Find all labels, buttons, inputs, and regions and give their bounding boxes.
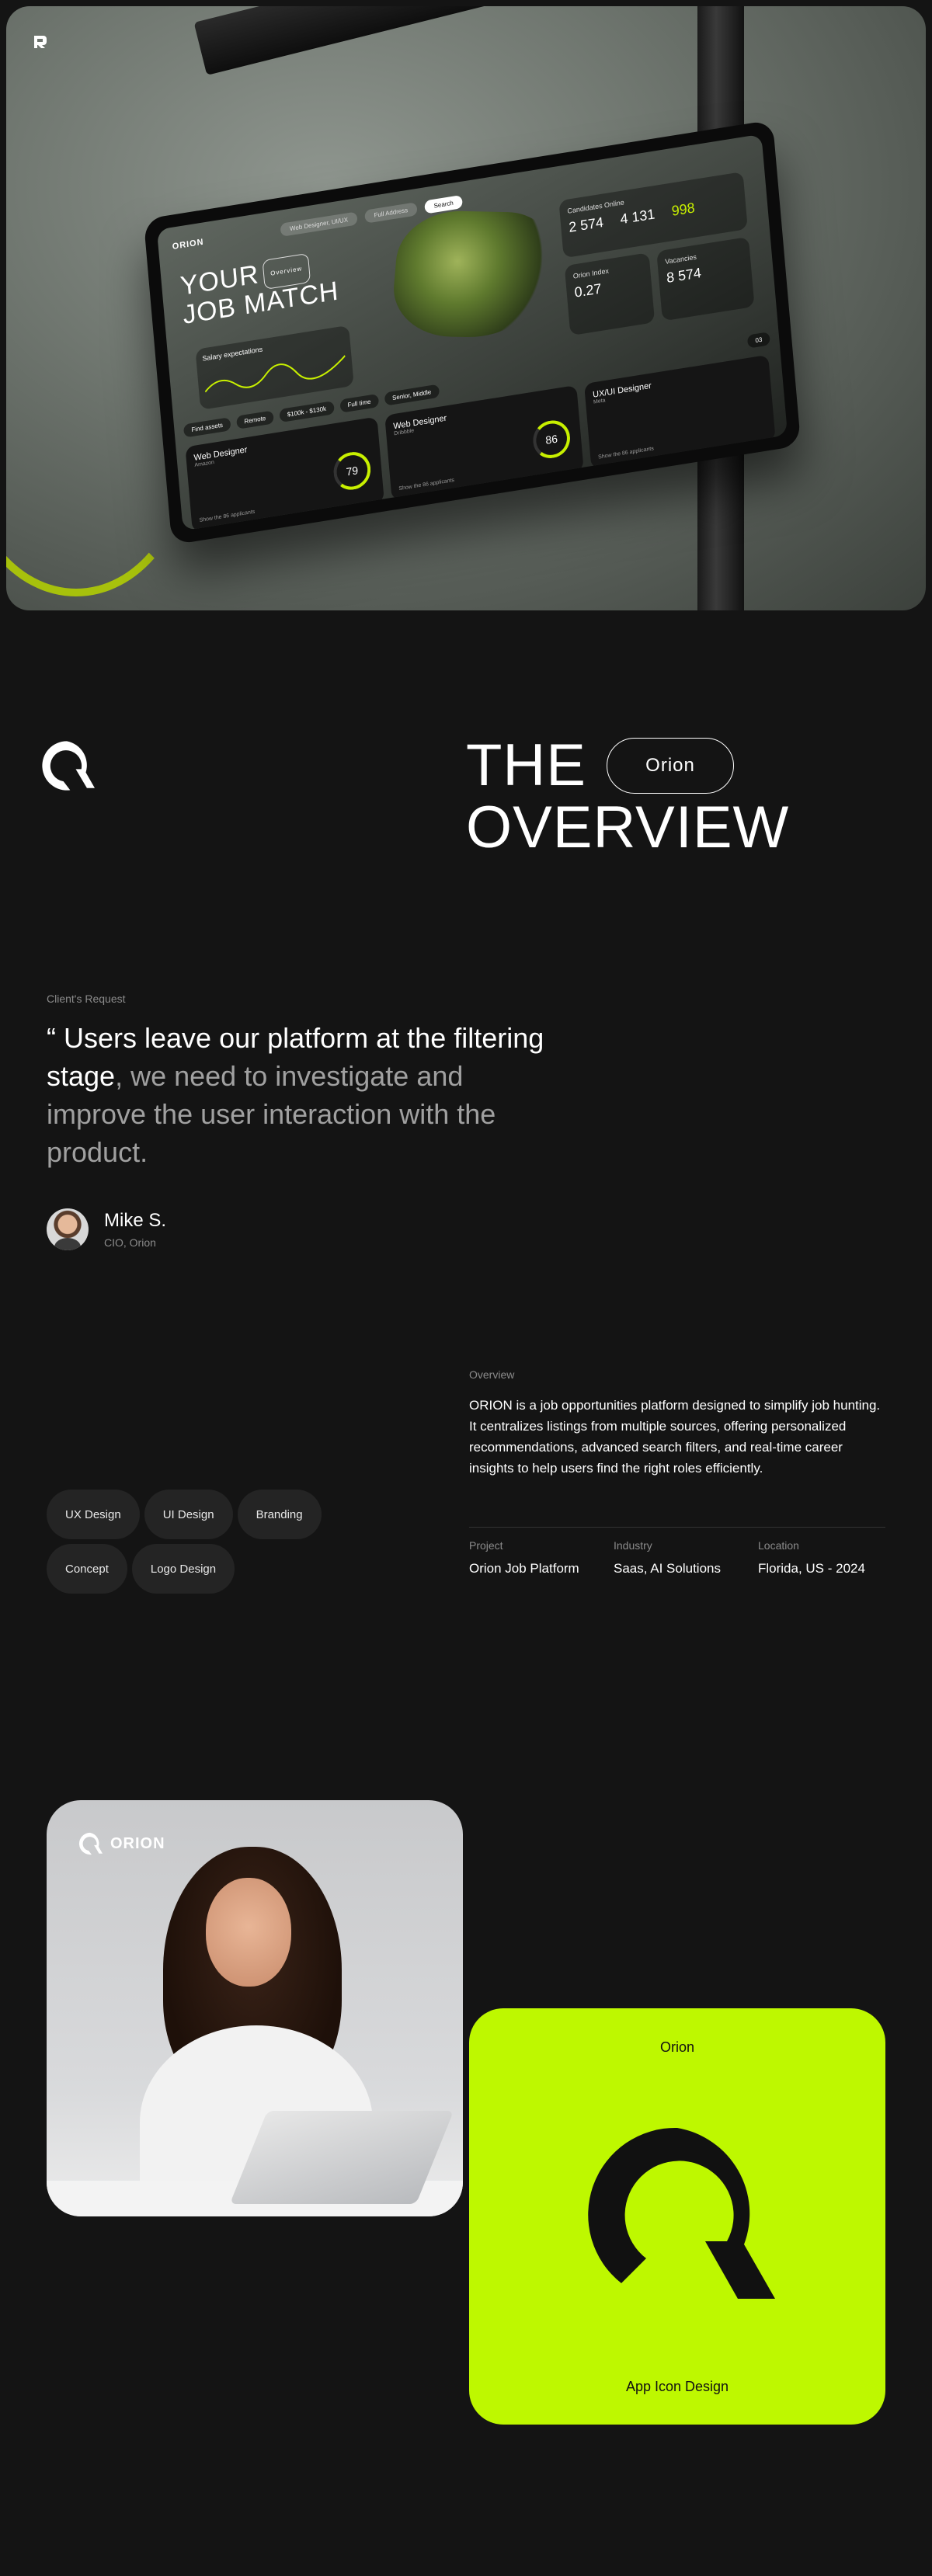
meta-project: Project Orion Job Platform bbox=[469, 1539, 579, 1577]
app-icon-card: Orion App Icon Design bbox=[469, 2008, 885, 2425]
photo-brand-name: ORION bbox=[110, 1834, 165, 1852]
photo-laptop bbox=[229, 2111, 454, 2204]
hero-image: ORION Web Designer, UI/UX Full Address S… bbox=[6, 6, 926, 610]
overview-title-line1: THE bbox=[466, 732, 586, 798]
tablet-screen: ORION Web Designer, UI/UX Full Address S… bbox=[156, 134, 788, 531]
tag-ui-design[interactable]: UI Design bbox=[144, 1490, 233, 1539]
screen-search-role[interactable]: Web Designer, UI/UX bbox=[280, 210, 358, 237]
filter-chip[interactable]: Remote bbox=[235, 409, 274, 429]
overview-label: Overview bbox=[469, 1368, 515, 1381]
client-request-label: Client's Request bbox=[47, 993, 126, 1005]
match-score: 86 bbox=[531, 417, 572, 461]
app-icon-caption: App Icon Design bbox=[625, 2379, 729, 2394]
tag-branding[interactable]: Branding bbox=[237, 1490, 322, 1539]
divider bbox=[469, 1527, 885, 1528]
meta-key: Industry bbox=[614, 1539, 652, 1552]
screen-search-location[interactable]: Full Address bbox=[363, 201, 418, 224]
photo-person-face bbox=[206, 1878, 291, 1987]
meta-industry: Industry Saas, AI Solutions bbox=[614, 1539, 721, 1577]
candidates-value: 2 574 bbox=[568, 214, 604, 235]
filter-chip[interactable]: Full time bbox=[339, 393, 380, 413]
avatar bbox=[47, 1208, 89, 1250]
stand-arm bbox=[193, 6, 855, 75]
author-name: Mike S. bbox=[104, 1210, 167, 1231]
job-card[interactable]: UX/UI Designer Meta Show the 86 applican… bbox=[583, 354, 776, 470]
screen-logo: ORION bbox=[172, 237, 204, 252]
candidates-value: 998 bbox=[670, 200, 696, 219]
orion-logo-icon bbox=[78, 1832, 103, 1855]
client-quote: “ Users leave our platform at the filter… bbox=[47, 1019, 559, 1171]
screen-title: YOUR Overview JOB MATCH bbox=[179, 249, 340, 330]
orion-app-icon bbox=[588, 2127, 775, 2299]
filter-chip[interactable]: Find assets bbox=[183, 416, 231, 438]
meta-value: Orion Job Platform bbox=[469, 1561, 579, 1576]
meta-value: Florida, US - 2024 bbox=[758, 1561, 865, 1576]
match-score: 79 bbox=[332, 449, 373, 493]
meta-key: Location bbox=[758, 1539, 799, 1552]
filter-chip[interactable]: Senior, Middle bbox=[384, 384, 440, 406]
pager[interactable]: 03 bbox=[746, 331, 770, 349]
tag-concept[interactable]: Concept bbox=[47, 1544, 127, 1594]
vacancies-card: Vacancies 8 574 bbox=[656, 236, 755, 322]
service-tags: UX Design UI Design Branding Concept Log… bbox=[47, 1490, 373, 1594]
job-footer[interactable]: Show the 86 applicants bbox=[398, 478, 454, 492]
overview-text: ORION is a job opportunities platform de… bbox=[469, 1398, 881, 1476]
brand-mark-icon bbox=[33, 34, 48, 50]
job-footer[interactable]: Show the 86 applicants bbox=[598, 446, 654, 460]
filter-chip[interactable]: $100k - $130k bbox=[279, 400, 335, 422]
photo-brand: ORION bbox=[78, 1831, 165, 1856]
author-role: CIO, Orion bbox=[104, 1236, 156, 1249]
job-footer[interactable]: Show the 86 applicants bbox=[199, 509, 255, 523]
index-card: Orion Index 0.27 bbox=[564, 252, 656, 336]
overview-title-line2: OVERVIEW bbox=[466, 794, 790, 860]
candidates-value: 4 131 bbox=[619, 206, 656, 228]
salary-card: Salary expectations bbox=[195, 325, 354, 410]
tag-logo-design[interactable]: Logo Design bbox=[131, 1544, 235, 1594]
app-icon-title: Orion bbox=[659, 2039, 694, 2055]
tag-ux-design[interactable]: UX Design bbox=[47, 1490, 140, 1539]
meta-key: Project bbox=[469, 1539, 503, 1552]
project-tag: Orion bbox=[607, 738, 734, 794]
meta-value: Saas, AI Solutions bbox=[614, 1561, 721, 1576]
terrain-visual bbox=[389, 210, 555, 339]
orion-logo-icon bbox=[39, 738, 95, 794]
quote-author: Mike S. CIO, Orion bbox=[47, 1208, 166, 1250]
brand-photo: ORION bbox=[47, 1800, 463, 2216]
overview-title: THE Orion OVERVIEW bbox=[466, 735, 789, 859]
meta-location: Location Florida, US - 2024 bbox=[758, 1539, 865, 1577]
